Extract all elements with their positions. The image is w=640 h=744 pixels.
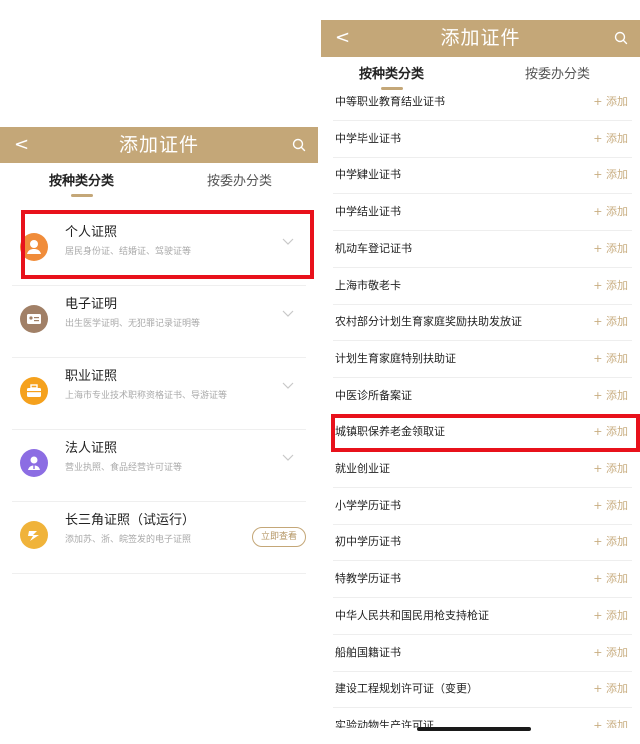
category-yangtze-delta[interactable]: 长三角证照（试运行） 添加苏、浙、皖签发的电子证照 立即查看 xyxy=(12,501,306,574)
certificate-name: 上海市敬老卡 xyxy=(335,278,401,292)
list-item[interactable]: 机动车登记证书 + 添加 xyxy=(333,231,632,268)
left-screen: < 添加证件 按种类分类 按委办分类 个人证照 居民身份证、结婚证、驾驶证等 电… xyxy=(0,127,318,597)
certificate-name: 计划生育家庭特别扶助证 xyxy=(335,351,456,365)
category-electronic-proof[interactable]: 电子证明 出生医学证明、无犯罪记录证明等 xyxy=(12,285,306,358)
list-item[interactable]: 就业创业证 + 添加 xyxy=(333,451,632,488)
certificate-name: 中学肄业证书 xyxy=(335,168,401,182)
add-button[interactable]: + 添加 xyxy=(593,718,628,728)
certificate-name: 初中学历证书 xyxy=(335,535,401,549)
tab-by-type[interactable]: 按种类分类 xyxy=(49,169,114,197)
add-button[interactable]: + 添加 xyxy=(593,388,628,404)
category-desc: 营业执照、食品经营许可证等 xyxy=(65,463,183,473)
tab-by-department[interactable]: 按委办分类 xyxy=(207,169,272,195)
id-card-icon xyxy=(20,305,48,333)
list-item[interactable]: 船舶国籍证书 + 添加 xyxy=(333,635,632,672)
legal-person-icon xyxy=(20,449,48,477)
yangtze-icon xyxy=(20,521,48,549)
certificate-name: 建设工程规划许可证（变更） xyxy=(335,682,478,696)
certificate-name: 中学结业证书 xyxy=(335,205,401,219)
home-indicator xyxy=(417,727,531,731)
right-screen: < 添加证件 按种类分类 按委办分类 中等职业教育结业证书 + 添加 中学毕业证书 +… xyxy=(321,20,640,728)
briefcase-icon xyxy=(20,377,48,405)
add-button[interactable]: + 添加 xyxy=(593,204,628,220)
add-button[interactable]: + 添加 xyxy=(593,681,628,697)
category-name: 职业证照 xyxy=(65,369,118,384)
certificate-name: 中医诊所备案证 xyxy=(335,388,412,402)
add-button[interactable]: + 添加 xyxy=(593,608,628,624)
highlight-box xyxy=(331,414,640,452)
list-item[interactable]: 中学肄业证书 + 添加 xyxy=(333,157,632,195)
certificate-name: 农村部分计划生育家庭奖励扶助发放证 xyxy=(335,315,522,329)
chevron-down-icon[interactable] xyxy=(282,310,294,318)
chevron-down-icon[interactable] xyxy=(282,454,294,462)
category-legal-person[interactable]: 法人证照 营业执照、食品经营许可证等 xyxy=(12,429,306,502)
certificate-name: 机动车登记证书 xyxy=(335,241,412,255)
header-bar: < 添加证件 xyxy=(0,127,318,163)
list-item[interactable]: 小学学历证书 + 添加 xyxy=(333,488,632,525)
search-icon[interactable] xyxy=(292,138,306,152)
list-item[interactable]: 中等职业教育结业证书 + 添加 xyxy=(333,96,632,121)
certificate-name: 中等职业教育结业证书 xyxy=(335,96,445,108)
add-button[interactable]: + 添加 xyxy=(593,167,628,183)
list-item[interactable]: 计划生育家庭特别扶助证 + 添加 xyxy=(333,341,632,378)
list-item[interactable]: 建设工程规划许可证（变更） + 添加 xyxy=(333,671,632,709)
tab-bar: 按种类分类 按委办分类 xyxy=(321,62,640,96)
add-button[interactable]: + 添加 xyxy=(593,498,628,514)
add-button[interactable]: + 添加 xyxy=(593,534,628,550)
category-name: 电子证明 xyxy=(65,297,118,312)
add-button[interactable]: + 添加 xyxy=(593,461,628,477)
highlight-box xyxy=(21,210,314,279)
view-now-button[interactable]: 立即查看 xyxy=(252,527,306,547)
certificate-name: 中华人民共和国民用枪支持枪证 xyxy=(335,608,489,622)
category-desc: 出生医学证明、无犯罪记录证明等 xyxy=(65,319,201,329)
category-desc: 上海市专业技术职称资格证书、导游证等 xyxy=(65,391,228,401)
certificate-name: 特教学历证书 xyxy=(335,572,401,586)
tab-by-type[interactable]: 按种类分类 xyxy=(359,62,424,90)
page-title: 添加证件 xyxy=(440,27,521,49)
list-item[interactable]: 中学结业证书 + 添加 xyxy=(333,194,632,232)
tab-bar: 按种类分类 按委办分类 xyxy=(0,169,318,203)
category-desc: 添加苏、浙、皖签发的电子证照 xyxy=(65,535,192,545)
add-button[interactable]: + 添加 xyxy=(593,351,628,367)
list-item[interactable]: 农村部分计划生育家庭奖励扶助发放证 + 添加 xyxy=(333,304,632,342)
list-item[interactable]: 实验动物生产许可证 + 添加 xyxy=(333,708,632,728)
list-item[interactable]: 中华人民共和国民用枪支持枪证 + 添加 xyxy=(333,598,632,635)
list-item[interactable]: 初中学历证书 + 添加 xyxy=(333,524,632,562)
add-button[interactable]: + 添加 xyxy=(593,131,628,147)
certificate-name: 船舶国籍证书 xyxy=(335,645,401,659)
certificate-name: 就业创业证 xyxy=(335,462,390,475)
page-title: 添加证件 xyxy=(118,134,199,156)
header-bar: < 添加证件 xyxy=(321,20,640,57)
list-item[interactable]: 上海市敬老卡 + 添加 xyxy=(333,268,632,305)
certificate-name: 小学学历证书 xyxy=(335,498,401,512)
chevron-down-icon[interactable] xyxy=(282,382,294,390)
list-item[interactable]: 中医诊所备案证 + 添加 xyxy=(333,378,632,415)
list-item[interactable]: 中学毕业证书 + 添加 xyxy=(333,121,632,158)
search-icon[interactable] xyxy=(614,31,628,45)
tab-by-department[interactable]: 按委办分类 xyxy=(525,62,590,88)
add-button[interactable]: + 添加 xyxy=(593,571,628,587)
add-button[interactable]: + 添加 xyxy=(593,241,628,257)
add-button[interactable]: + 添加 xyxy=(593,278,628,294)
list-item[interactable]: 特教学历证书 + 添加 xyxy=(333,561,632,599)
category-name: 长三角证照（试运行） xyxy=(65,513,196,528)
add-button[interactable]: + 添加 xyxy=(593,645,628,661)
category-name: 法人证照 xyxy=(65,441,118,456)
add-button[interactable]: + 添加 xyxy=(593,314,628,330)
certificate-name: 中学毕业证书 xyxy=(335,131,401,145)
certificate-list: 中等职业教育结业证书 + 添加 中学毕业证书 + 添加 中学肄业证书 + 添加 中学结业证书… xyxy=(321,96,640,728)
category-professional[interactable]: 职业证照 上海市专业技术职称资格证书、导游证等 xyxy=(12,357,306,430)
add-button[interactable]: + 添加 xyxy=(593,96,628,110)
